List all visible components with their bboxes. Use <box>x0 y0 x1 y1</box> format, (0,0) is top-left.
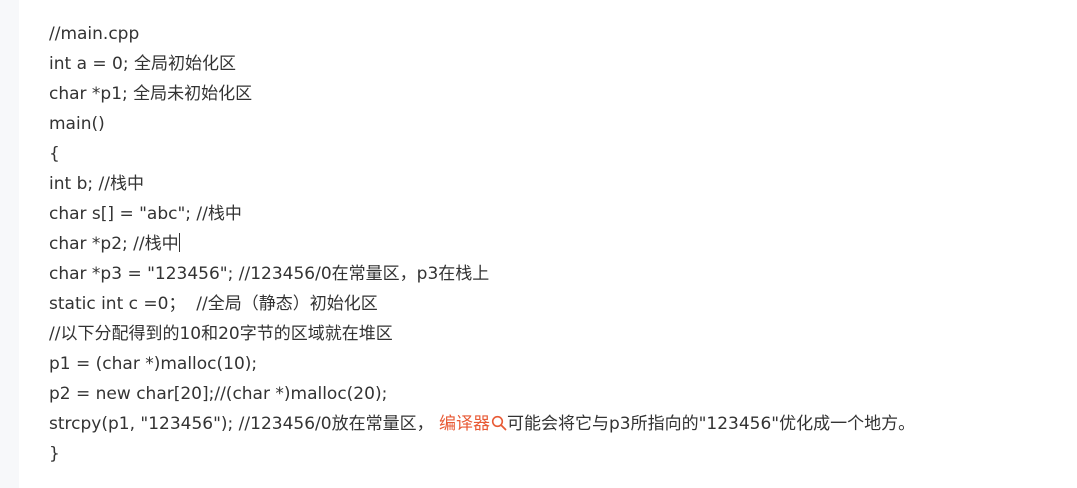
compiler-keyword-label: 编译器 <box>438 414 490 434</box>
code-line-main-cpp: //main.cpp <box>49 24 140 44</box>
code-block: //main.cpp int a = 0; 全局初始化区 char *p1; 全… <box>19 0 1077 488</box>
code-line-int-b: int b; //栈中 <box>49 174 144 194</box>
strcpy-text-after: 可能会将它与p3所指向的"123456"优化成一个地方。 <box>506 414 916 434</box>
code-line-close-brace: } <box>49 444 60 464</box>
strcpy-text-before: strcpy(p1, "123456"); //123456/0放在常量区， <box>49 414 439 434</box>
code-line-char-p3: char *p3 = "123456"; //123456/0在常量区，p3在栈… <box>49 264 490 284</box>
left-gutter <box>0 0 19 488</box>
code-line-char-s: char s[] = "abc"; //栈中 <box>49 204 242 224</box>
code-line-strcpy: strcpy(p1, "123456"); //123456/0放在常量区， 编… <box>49 409 915 439</box>
code-line-char-p2-text: char *p2; //栈中 <box>49 234 179 254</box>
code-line-heap-comment: //以下分配得到的10和20字节的区域就在堆区 <box>49 324 393 344</box>
text-caret <box>178 233 180 252</box>
code-line-int-a: int a = 0; 全局初始化区 <box>49 54 236 74</box>
code-line-char-p1: char *p1; 全局未初始化区 <box>49 84 253 104</box>
code-line-p1-malloc: p1 = (char *)malloc(10); <box>49 354 258 374</box>
code-line-main: main() <box>49 114 105 134</box>
code-line-open-brace: { <box>49 144 60 164</box>
code-line-p2-new: p2 = new char[20];//(char *)malloc(20); <box>49 384 388 404</box>
search-icon <box>491 415 507 431</box>
page: //main.cpp int a = 0; 全局初始化区 char *p1; 全… <box>0 0 1077 488</box>
code-lines: //main.cpp int a = 0; 全局初始化区 char *p1; 全… <box>49 19 915 469</box>
compiler-keyword-link[interactable]: 编译器 <box>439 414 507 434</box>
code-line-static-int-c: static int c =0； //全局（静态）初始化区 <box>49 294 378 314</box>
code-line-char-p2: char *p2; //栈中 <box>49 229 915 259</box>
